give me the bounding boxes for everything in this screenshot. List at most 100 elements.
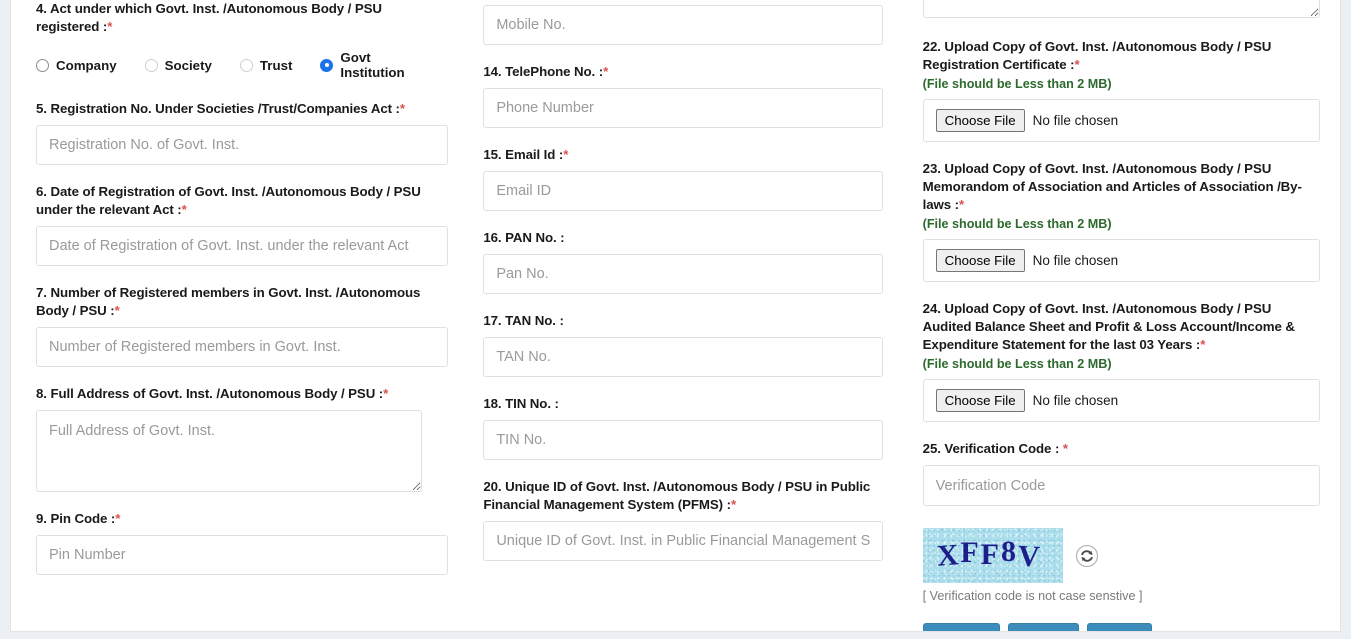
refresh-icon[interactable] <box>1075 544 1099 568</box>
field-label-full-address: 8. Full Address of Govt. Inst. /Autonomo… <box>36 385 448 403</box>
file-size-note: (File should be Less than 2 MB) <box>922 217 1112 231</box>
choose-file-button[interactable]: Choose File <box>935 389 1025 412</box>
radio-option-govt-institution[interactable]: Govt Institution <box>320 50 420 80</box>
field-verification-code: 25. Verification Code : * <box>922 440 1320 506</box>
field-upload-memorandum: 23. Upload Copy of Govt. Inst. /Autonomo… <box>922 160 1320 282</box>
radio-label: Company <box>56 57 117 73</box>
field-label-upload-audited-balance-sheet: 24. Upload Copy of Govt. Inst. /Autonomo… <box>923 300 1320 354</box>
file-input-registration-certificate[interactable]: Choose File No file chosen <box>922 99 1320 142</box>
form-columns: 4. Act under which Govt. Inst. /Autonomo… <box>11 0 1340 631</box>
field-label-act-registered: 4. Act under which Govt. Inst. /Autonomo… <box>36 0 448 36</box>
label-text: 20. Unique ID of Govt. Inst. /Autonomous… <box>483 479 871 512</box>
field-mobile-no <box>483 5 883 45</box>
field-previous-textarea <box>922 0 1320 18</box>
field-label-registered-members: 7. Number of Registered members in Govt.… <box>36 284 448 320</box>
required-asterisk: * <box>563 147 569 162</box>
field-email-id: 15. Email Id :* <box>483 146 883 211</box>
choose-file-button[interactable]: Choose File <box>935 249 1025 272</box>
field-upload-audited-balance-sheet: 24. Upload Copy of Govt. Inst. /Autonomo… <box>922 300 1320 422</box>
label-text: 22. Upload Copy of Govt. Inst. /Autonomo… <box>922 39 1272 72</box>
captcha-char-1: X <box>935 538 962 573</box>
file-status-label: No file chosen <box>1032 253 1119 268</box>
label-text: 23. Upload Copy of Govt. Inst. /Autonomo… <box>922 161 1302 212</box>
file-status-label: No file chosen <box>1032 393 1119 408</box>
verification-code-input[interactable] <box>922 465 1320 506</box>
label-text: 9. Pin Code : <box>36 511 116 526</box>
field-label-telephone-no: 14. TelePhone No. :* <box>483 63 882 81</box>
required-asterisk: * <box>115 511 121 526</box>
file-input-audited-balance-sheet[interactable]: Choose File No file chosen <box>922 379 1320 422</box>
required-asterisk: * <box>399 101 405 116</box>
label-text: 8. Full Address of Govt. Inst. /Autonomo… <box>36 386 384 401</box>
captcha-char-3: F <box>980 538 1001 571</box>
required-asterisk: * <box>181 202 187 217</box>
field-tan-no: 17. TAN No. : <box>483 312 883 377</box>
label-text: 5. Registration No. Under Societies /Tru… <box>36 101 400 116</box>
field-pan-no: 16. PAN No. : <box>483 229 883 294</box>
tan-no-input[interactable] <box>483 337 883 377</box>
required-asterisk: * <box>959 197 965 212</box>
required-asterisk: * <box>114 303 120 318</box>
file-input-memorandum[interactable]: Choose File No file chosen <box>922 239 1320 282</box>
reset-button[interactable]: Reset <box>1008 623 1079 631</box>
radio-circle-icon[interactable] <box>144 58 158 72</box>
tin-no-input[interactable] <box>483 420 883 460</box>
radio-option-society[interactable]: Society <box>144 58 212 73</box>
submit-button[interactable]: Submit <box>922 623 1001 631</box>
field-label-pan-no: 16. PAN No. : <box>483 230 565 245</box>
radio-group-act-registered: Company Society Trust Govt Institution <box>36 50 448 80</box>
required-asterisk: * <box>1074 57 1080 72</box>
label-text: 6. Date of Registration of Govt. Inst. /… <box>36 184 421 217</box>
right-column: 22. Upload Copy of Govt. Inst. /Autonomo… <box>898 0 1340 631</box>
pan-no-input[interactable] <box>483 254 883 294</box>
field-full-address: 8. Full Address of Govt. Inst. /Autonomo… <box>36 385 448 492</box>
label-text: 7. Number of Registered members in Govt.… <box>36 285 421 318</box>
label-text: 4. Act under which Govt. Inst. /Autonomo… <box>36 1 382 34</box>
required-asterisk: * <box>1062 441 1068 456</box>
field-tin-no: 18. TIN No. : <box>483 395 883 460</box>
telephone-no-input[interactable] <box>483 88 883 128</box>
required-asterisk: * <box>603 64 609 79</box>
captcha-code-text: XFF8V <box>935 535 1043 574</box>
middle-column: 14. TelePhone No. :* 15. Email Id :* 16.… <box>458 0 897 631</box>
registration-no-input[interactable] <box>36 125 449 165</box>
label-text: 25. Verification Code : <box>922 441 1063 456</box>
radio-option-trust[interactable]: Trust <box>239 57 293 73</box>
pin-code-input[interactable] <box>36 535 449 575</box>
required-asterisk: * <box>383 386 389 401</box>
full-address-textarea[interactable] <box>36 410 422 492</box>
mobile-no-input[interactable] <box>483 5 883 45</box>
radio-label: Trust <box>259 57 293 73</box>
required-asterisk: * <box>107 19 113 34</box>
captcha-char-2: F <box>960 536 981 569</box>
label-text: 24. Upload Copy of Govt. Inst. /Autonomo… <box>922 301 1295 352</box>
required-asterisk: * <box>730 497 737 512</box>
captcha-char-5: V <box>1017 539 1043 574</box>
field-telephone-no: 14. TelePhone No. :* <box>483 63 883 128</box>
field-upload-registration-certificate: 22. Upload Copy of Govt. Inst. /Autonomo… <box>922 38 1320 142</box>
captcha-row: XFF8V <box>922 528 1320 583</box>
file-size-note: (File should be Less than 2 MB) <box>922 357 1112 371</box>
pfms-unique-id-input[interactable] <box>483 521 883 561</box>
date-of-registration-input[interactable] <box>36 226 449 266</box>
radio-circle-selected-icon[interactable] <box>320 58 334 72</box>
radio-label: Govt Institution <box>340 50 405 80</box>
email-id-input[interactable] <box>483 171 883 211</box>
choose-file-button[interactable]: Choose File <box>935 109 1025 132</box>
label-text: 14. TelePhone No. : <box>483 64 604 79</box>
field-label-email-id: 15. Email Id :* <box>483 146 882 164</box>
field-label-upload-registration-certificate: 22. Upload Copy of Govt. Inst. /Autonomo… <box>923 38 1320 74</box>
file-size-note: (File should be Less than 2 MB) <box>922 77 1112 91</box>
radio-circle-icon[interactable] <box>36 58 49 72</box>
field-act-registered: 4. Act under which Govt. Inst. /Autonomo… <box>36 0 448 80</box>
radio-option-company[interactable]: Company <box>36 58 117 73</box>
captcha-image: XFF8V <box>922 528 1063 583</box>
back-button[interactable]: Back <box>1086 623 1152 631</box>
form-action-buttons: Submit Reset Back <box>922 623 1320 631</box>
radio-circle-icon[interactable] <box>239 58 253 72</box>
previous-textarea[interactable] <box>922 0 1320 18</box>
left-column: 4. Act under which Govt. Inst. /Autonomo… <box>11 0 458 631</box>
field-label-pin-code: 9. Pin Code :* <box>36 510 448 528</box>
field-label-upload-memorandum: 23. Upload Copy of Govt. Inst. /Autonomo… <box>923 160 1320 214</box>
registered-members-input[interactable] <box>36 327 449 367</box>
